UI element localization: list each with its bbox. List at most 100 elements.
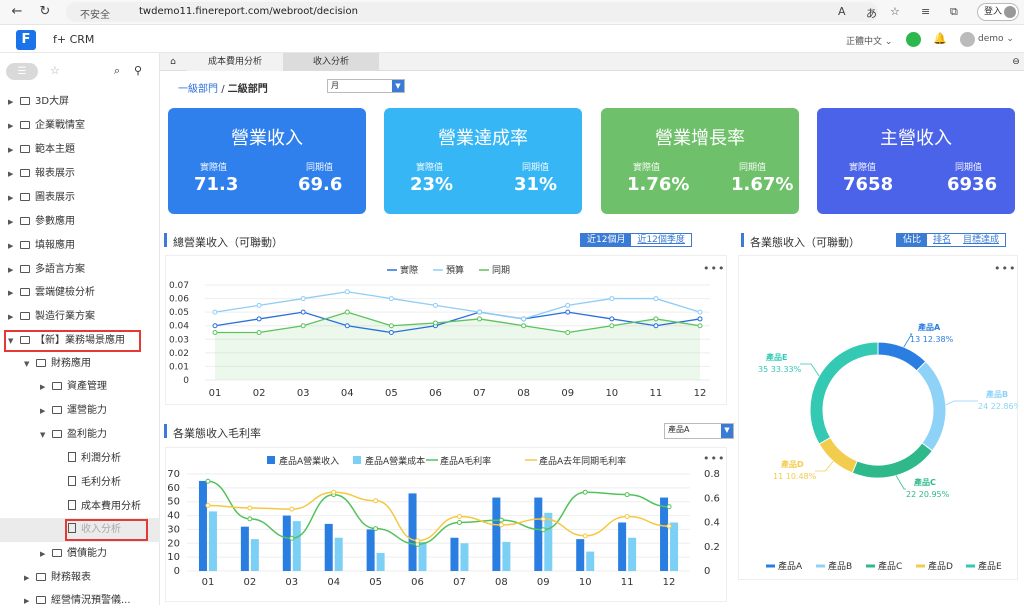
data-point[interactable] xyxy=(653,323,659,329)
sidebar-item[interactable]: ▶ 財務報表 xyxy=(24,568,91,588)
sidebar-item[interactable]: ▶ 雲端健檢分析 xyxy=(8,283,95,303)
data-point[interactable] xyxy=(388,330,394,335)
bar[interactable] xyxy=(492,497,501,571)
legend-label[interactable]: 產品B xyxy=(828,560,852,572)
data-point[interactable] xyxy=(344,309,350,315)
pie-slice[interactable] xyxy=(851,442,934,479)
read-aloud-icon[interactable]: A xyxy=(838,5,846,18)
data-point[interactable] xyxy=(456,513,462,519)
sidebar-item[interactable]: ▶ 經營情況預警儀... xyxy=(24,591,131,611)
data-point[interactable] xyxy=(373,526,379,532)
pie-slice[interactable] xyxy=(915,360,947,452)
sidebar-item[interactable]: ▶ 報表展示 xyxy=(8,164,75,184)
data-point[interactable] xyxy=(540,516,546,522)
data-point[interactable] xyxy=(565,309,571,315)
bell-icon[interactable]: 🔔 xyxy=(933,32,947,45)
data-point[interactable] xyxy=(565,330,571,335)
data-point[interactable] xyxy=(256,330,262,335)
data-point[interactable] xyxy=(256,302,262,308)
btn-share[interactable]: 佔比 xyxy=(897,234,928,246)
data-point[interactable] xyxy=(498,522,504,528)
legend-label[interactable]: 產品A毛利率 xyxy=(440,455,491,467)
bar[interactable] xyxy=(366,529,375,571)
data-point[interactable] xyxy=(212,323,218,329)
sidebar-item[interactable]: ▶ 多語言方案 xyxy=(8,260,85,280)
legend-label[interactable]: 實際 xyxy=(400,264,418,276)
data-point[interactable] xyxy=(498,517,504,523)
data-point[interactable] xyxy=(432,320,438,326)
data-point[interactable] xyxy=(247,505,253,511)
bar[interactable] xyxy=(544,512,553,571)
sidebar-item[interactable]: ▶ 企業戰情室 xyxy=(8,116,85,136)
data-point[interactable] xyxy=(666,504,672,510)
pin-icon[interactable]: ⚲ xyxy=(134,64,142,77)
data-point[interactable] xyxy=(582,533,588,539)
legend-label[interactable]: 產品C xyxy=(878,560,902,572)
bar[interactable] xyxy=(586,551,595,571)
status-icon[interactable] xyxy=(906,32,921,47)
bar[interactable] xyxy=(334,537,343,571)
legend-label[interactable]: 產品A去年同期毛利率 xyxy=(539,455,626,467)
data-point[interactable] xyxy=(289,535,295,541)
data-point[interactable] xyxy=(609,323,615,329)
bar[interactable] xyxy=(240,526,249,571)
sidebar-item[interactable]: ▶ 資產管理 xyxy=(40,377,107,397)
btn-rank[interactable]: 排名 xyxy=(927,234,957,246)
directory-view-button[interactable]: ☰ xyxy=(6,63,38,80)
data-point[interactable] xyxy=(432,302,438,308)
kpi-card[interactable]: 營業收入 實際值 71.3 同期值 69.6 xyxy=(168,108,366,214)
sidebar-item[interactable]: ▼ 盈利能力 xyxy=(40,425,107,445)
bar[interactable] xyxy=(282,515,291,571)
breadcrumb-level1[interactable]: 一級部門 xyxy=(178,84,218,95)
sidebar-item[interactable]: ▶ 3D大屏 xyxy=(8,92,69,112)
sidebar-item[interactable]: 成本費用分析 xyxy=(56,497,141,517)
tab-more-icon[interactable]: ⊖ xyxy=(1008,53,1024,71)
product-select[interactable]: 產品A ▼ xyxy=(664,423,734,439)
legend-label[interactable]: 產品A xyxy=(778,560,803,572)
data-point[interactable] xyxy=(477,316,483,322)
data-point[interactable] xyxy=(331,489,337,495)
bar[interactable] xyxy=(576,539,585,571)
bar[interactable] xyxy=(670,522,679,572)
bar[interactable] xyxy=(460,543,469,571)
data-point[interactable] xyxy=(609,316,615,322)
btn-12-quarters[interactable]: 近12個季度 xyxy=(631,234,690,246)
data-point[interactable] xyxy=(300,323,306,329)
bar[interactable] xyxy=(450,537,459,571)
favorite-icon[interactable]: ☆ xyxy=(890,5,900,18)
favorites-list-icon[interactable]: ≡ xyxy=(921,5,930,18)
btn-12-months[interactable]: 近12個月 xyxy=(581,234,632,246)
sidebar-item[interactable]: ▶ 圖表展示 xyxy=(8,188,75,208)
data-point[interactable] xyxy=(697,316,703,322)
legend-label[interactable]: 預算 xyxy=(446,264,464,276)
search-icon[interactable]: ⌕ xyxy=(114,64,120,78)
data-point[interactable] xyxy=(697,323,703,329)
data-point[interactable] xyxy=(300,309,306,315)
data-point[interactable] xyxy=(300,296,306,302)
refresh-icon[interactable]: ↻ xyxy=(37,4,53,20)
bar[interactable] xyxy=(534,497,543,571)
sidebar-item[interactable]: 毛利分析 xyxy=(56,473,121,493)
data-point[interactable] xyxy=(289,506,295,512)
language-selector[interactable]: 正體中文 ⌄ xyxy=(846,34,892,47)
sidebar-item[interactable]: ▶ 運營能力 xyxy=(40,401,107,421)
data-point[interactable] xyxy=(565,302,571,308)
data-point[interactable] xyxy=(624,492,630,498)
bar[interactable] xyxy=(324,523,333,571)
sidebar-item[interactable]: ▶ 償債能力 xyxy=(40,544,107,564)
translate-icon[interactable]: あ xyxy=(866,5,877,21)
data-point[interactable] xyxy=(624,513,630,519)
legend-label[interactable]: 同期 xyxy=(492,265,510,276)
tab-cost-analysis[interactable]: 成本費用分析 xyxy=(187,53,283,71)
data-point[interactable] xyxy=(697,309,703,315)
pie-slice[interactable] xyxy=(809,341,879,445)
sidebar-item[interactable]: ▼ 財務應用 xyxy=(24,354,91,374)
kpi-card[interactable]: 營業增長率 實際值 1.76% 同期值 1.67% xyxy=(601,108,799,214)
pie-slice[interactable] xyxy=(818,436,858,474)
data-point[interactable] xyxy=(456,520,462,525)
bar[interactable] xyxy=(628,537,637,571)
legend-label[interactable]: 產品A營業收入 xyxy=(279,455,339,467)
user-menu[interactable]: demo ⌄ xyxy=(978,34,1014,44)
data-point[interactable] xyxy=(205,503,211,509)
data-point[interactable] xyxy=(388,323,394,329)
